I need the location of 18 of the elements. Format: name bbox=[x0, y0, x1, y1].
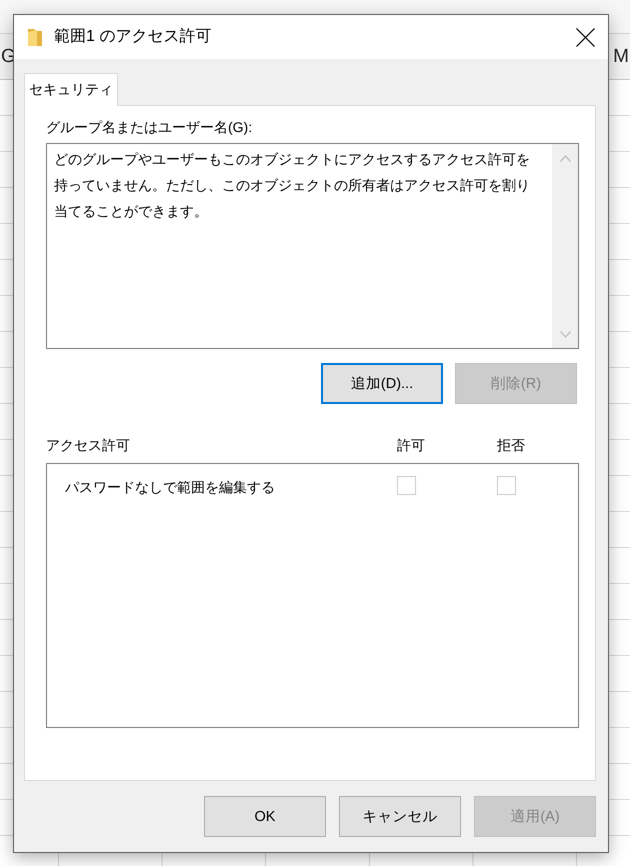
tab[interactable]: セキュリティ bbox=[24, 73, 118, 106]
ok-button[interactable]: OK bbox=[204, 796, 326, 837]
empty-list-message: どのグループやユーザーもこのオブジェクトにアクセスするアクセス許可を持っていません。ただし、このオブジェクトの所有者はアクセス許可を割り当てることができます。 bbox=[54, 150, 531, 221]
user-list-box[interactable]: どのグループやユーザーもこのオブジェクトにアクセスするアクセス許可を持っていません。ただし、このオブジェクトの所有者はアクセス許可を割り当てることができます。 bbox=[46, 143, 579, 349]
folder-icon bbox=[28, 28, 42, 46]
permission-name: パスワードなしで範囲を編集する bbox=[65, 478, 275, 497]
column-label: 許可 bbox=[397, 436, 425, 455]
chevron-up-icon[interactable] bbox=[560, 155, 570, 162]
field-label: グループ名またはユーザー名(G): bbox=[46, 118, 252, 137]
cancel-button[interactable]: キャンセル bbox=[339, 796, 461, 837]
column-header[interactable]: M bbox=[613, 46, 629, 68]
add-button[interactable]: 追加(D)... bbox=[321, 363, 443, 404]
field-label: アクセス許可 bbox=[46, 436, 130, 455]
scrollbar[interactable] bbox=[552, 144, 578, 348]
window-title: 範囲1 のアクセス許可 bbox=[54, 27, 212, 47]
chevron-down-icon[interactable] bbox=[560, 331, 570, 338]
close-icon[interactable] bbox=[576, 28, 595, 46]
column-label: 拒否 bbox=[497, 436, 525, 455]
